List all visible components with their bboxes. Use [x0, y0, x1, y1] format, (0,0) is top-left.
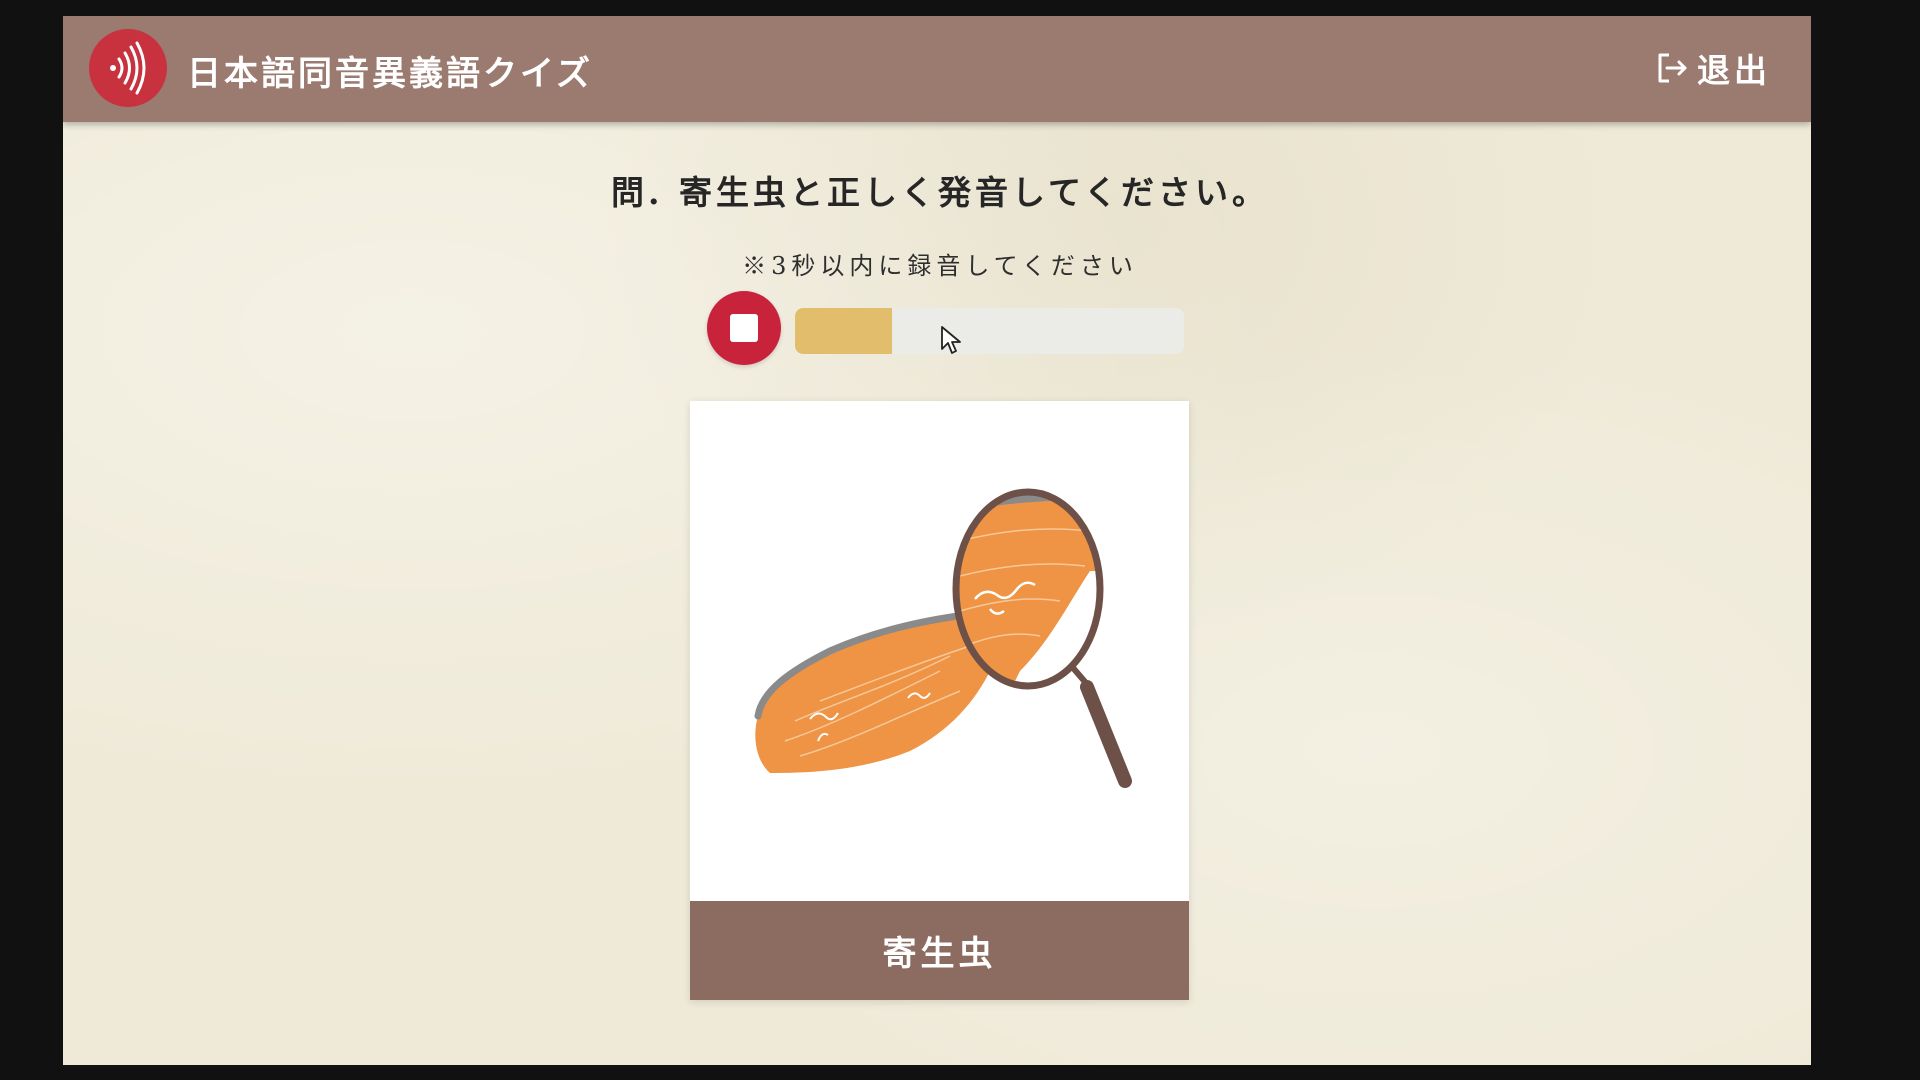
sound-wave-icon — [89, 29, 167, 107]
recording-progress-bar — [795, 308, 1184, 354]
header-bar: 日本語同音異義語クイズ 退出 — [63, 16, 1811, 122]
app-title: 日本語同音異義語クイズ — [187, 54, 593, 94]
question-prompt: 問. 寄生虫と正しく発音してください。 — [611, 173, 1269, 212]
stop-recording-button[interactable] — [707, 291, 781, 365]
exit-button[interactable]: 退出 — [1655, 44, 1771, 92]
recording-progress-fill — [795, 308, 893, 354]
stop-icon — [730, 314, 758, 342]
logout-icon — [1658, 53, 1687, 83]
mouse-cursor-icon — [941, 326, 961, 354]
exit-label: 退出 — [1697, 51, 1771, 90]
card-word-label: 寄生虫 — [690, 901, 1189, 1000]
salmon-magnifier-illustration — [754, 488, 1132, 788]
recording-note: ※3秒以内に録音してください — [742, 252, 1138, 280]
word-card: 寄生虫 — [690, 401, 1189, 1000]
quiz-app: 日本語同音異義語クイズ 退出 問. 寄生虫と正しく発音してください。 ※3秒以内… — [63, 16, 1811, 1065]
